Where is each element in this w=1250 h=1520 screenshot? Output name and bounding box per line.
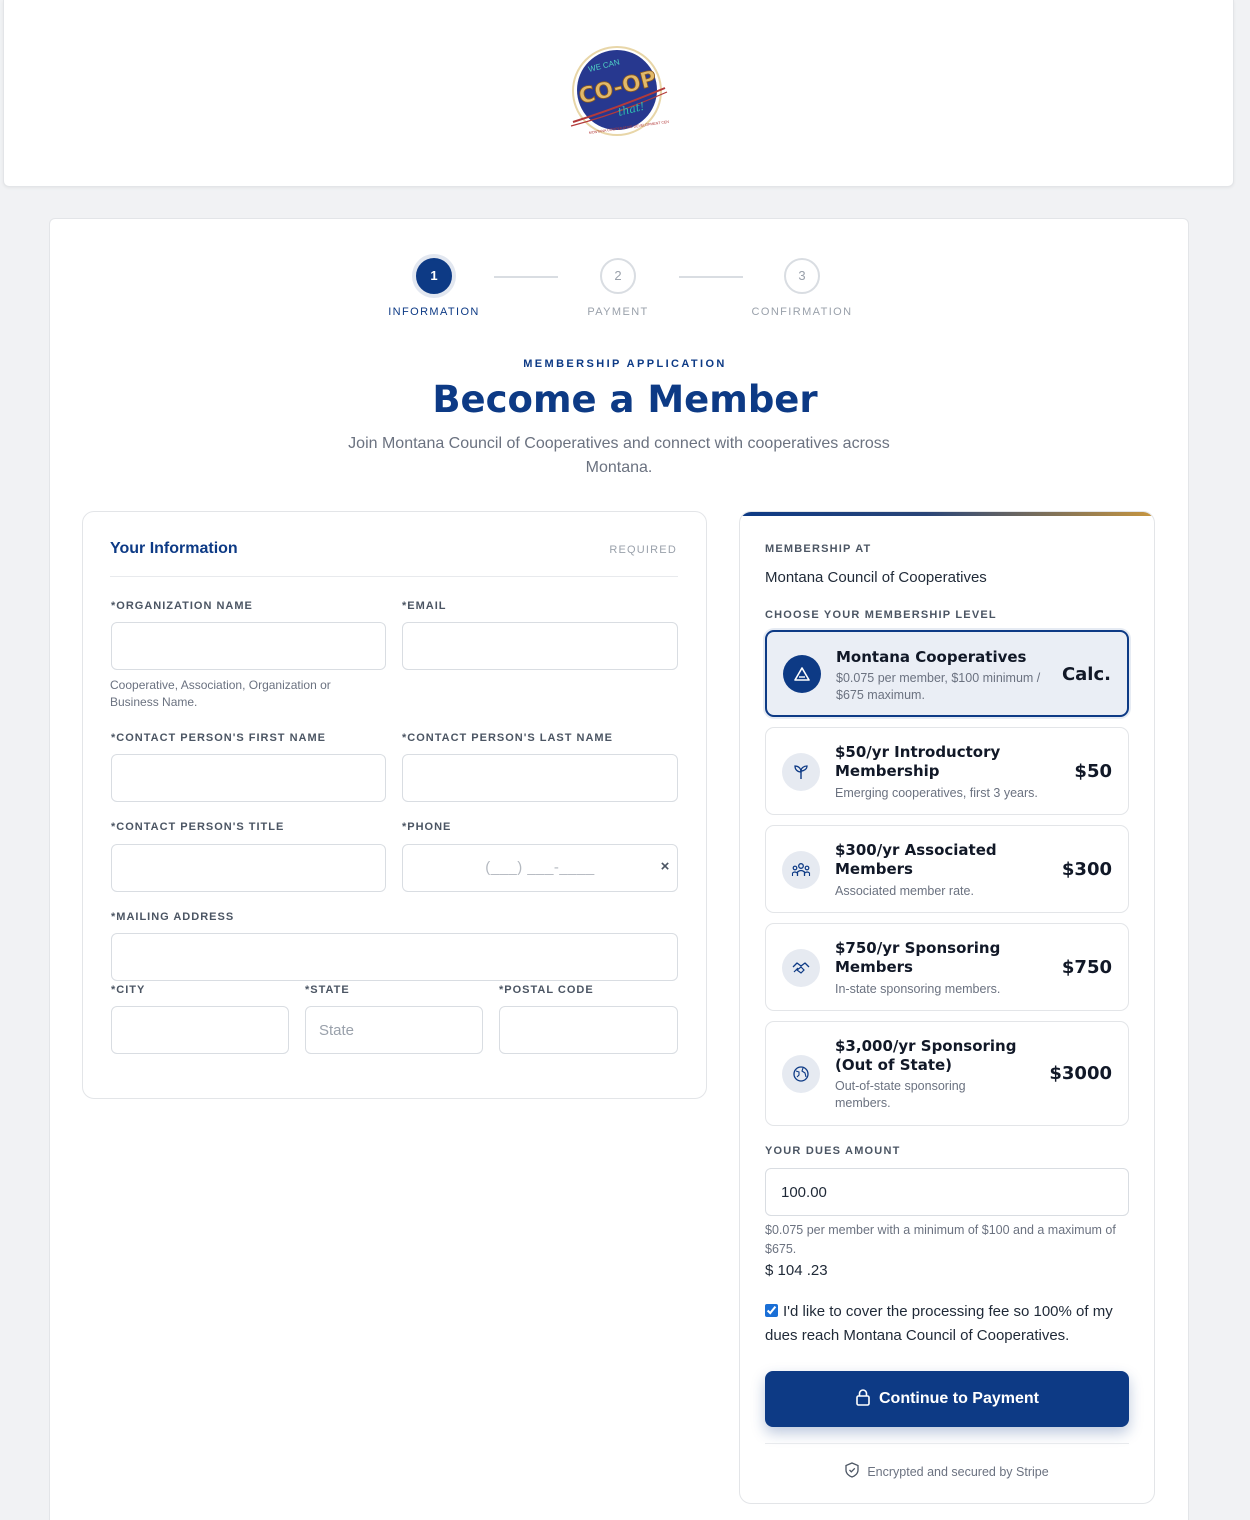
tier-name: Montana Cooperatives	[836, 648, 1027, 666]
organization-name: Montana Council of Cooperatives	[765, 569, 987, 586]
step-connector	[494, 276, 558, 278]
group-icon	[782, 851, 820, 889]
dues-total: $ 104 .23	[765, 1262, 828, 1279]
state-label: *STATE	[305, 984, 350, 996]
processing-fee-label[interactable]: I'd like to cover the processing fee so …	[765, 1300, 1137, 1348]
step-3-label: CONFIRMATION	[751, 306, 853, 318]
phone-clear-icon[interactable]: ×	[657, 858, 673, 876]
tier-price: Calc.	[1061, 664, 1111, 685]
dues-amount-label: YOUR DUES AMOUNT	[765, 1145, 901, 1157]
email-label: *EMAIL	[402, 600, 447, 612]
tier-sponsoring[interactable]: $750/yr Sponsoring Members In-state spon…	[765, 923, 1129, 1011]
step-1-indicator: 1	[416, 258, 452, 294]
mountain-icon	[783, 655, 821, 693]
shield-check-icon	[845, 1462, 859, 1481]
summary-accent-bar	[740, 512, 1154, 516]
org-name-label: *ORGANIZATION NAME	[111, 600, 253, 612]
org-name-help: Cooperative, Association, Organization o…	[110, 678, 331, 709]
address-label: *MAILING ADDRESS	[111, 911, 235, 923]
tier-price: $50	[1074, 761, 1112, 782]
city-input[interactable]	[111, 1006, 289, 1054]
secure-text: Encrypted and secured by Stripe	[867, 1464, 1049, 1479]
contact-title-input[interactable]	[111, 844, 386, 892]
tier-price: $3000	[1049, 1063, 1112, 1084]
secure-divider	[765, 1443, 1129, 1444]
phone-input[interactable]	[402, 844, 678, 892]
contact-title-label: *CONTACT PERSON'S TITLE	[111, 821, 285, 833]
step-1-label: INFORMATION	[388, 306, 480, 318]
step-2-indicator: 2	[600, 258, 636, 294]
email-input[interactable]	[402, 622, 678, 670]
page-subtitle: Join Montana Council of Cooperatives and…	[348, 435, 890, 476]
lock-icon	[855, 1388, 871, 1411]
tier-montana-cooperatives[interactable]: Montana Cooperatives $0.075 per member, …	[765, 630, 1129, 717]
sprout-icon	[782, 753, 820, 791]
dues-help: $0.075 per member with a minimum of $100…	[765, 1223, 1116, 1256]
last-name-label: *CONTACT PERSON'S LAST NAME	[402, 732, 613, 744]
page-eyebrow: MEMBERSHIP APPLICATION	[523, 358, 727, 370]
page-title: Become a Member	[432, 378, 818, 421]
co-op-logo[interactable]: WE CAN CO-OP that! MONTANA COOPERATIVE D…	[567, 44, 677, 138]
step-3-indicator: 3	[784, 258, 820, 294]
tier-price: $750	[1061, 957, 1112, 978]
required-label: REQUIRED	[609, 544, 677, 556]
tier-desc: Out-of-state sponsoring members.	[835, 1079, 966, 1110]
address-input[interactable]	[111, 933, 678, 981]
tier-desc: Associated member rate.	[835, 884, 974, 898]
phone-label: *PHONE	[402, 821, 452, 833]
secure-notice: Encrypted and secured by Stripe	[765, 1462, 1129, 1481]
step-2-label: PAYMENT	[587, 306, 649, 318]
tier-sponsoring-out-of-state[interactable]: $3,000/yr Sponsoring (Out of State) Out-…	[765, 1021, 1129, 1126]
tier-name: $300/yr Associated Members	[835, 841, 997, 878]
continue-to-payment-button[interactable]: Continue to Payment	[765, 1371, 1129, 1427]
postal-code-label: *POSTAL CODE	[499, 984, 594, 996]
first-name-input[interactable]	[111, 754, 386, 802]
state-input[interactable]	[305, 1006, 483, 1054]
postal-code-input[interactable]	[499, 1006, 678, 1054]
tier-associated[interactable]: $300/yr Associated Members Associated me…	[765, 825, 1129, 913]
panel-divider	[110, 576, 678, 577]
first-name-label: *CONTACT PERSON'S FIRST NAME	[111, 732, 326, 744]
city-label: *CITY	[111, 984, 146, 996]
tier-desc: Emerging cooperatives, first 3 years.	[835, 786, 1038, 800]
globe-icon	[782, 1055, 820, 1093]
step-connector	[679, 276, 743, 278]
membership-at-label: MEMBERSHIP AT	[765, 543, 872, 555]
tier-name: $750/yr Sponsoring Members	[835, 939, 1001, 976]
org-name-input[interactable]	[111, 622, 386, 670]
tier-desc: $0.075 per member, $100 minimum / $675 m…	[836, 671, 1041, 702]
dues-amount-input[interactable]	[765, 1168, 1129, 1216]
choose-level-label: CHOOSE YOUR MEMBERSHIP LEVEL	[765, 609, 997, 621]
tier-price: $300	[1061, 859, 1112, 880]
tier-name: $50/yr Introductory Membership	[835, 743, 1001, 780]
information-title: Your Information	[110, 540, 238, 557]
tier-introductory[interactable]: $50/yr Introductory Membership Emerging …	[765, 727, 1129, 815]
tier-name: $3,000/yr Sponsoring (Out of State)	[835, 1037, 1017, 1074]
last-name-input[interactable]	[402, 754, 678, 802]
handshake-icon	[782, 949, 820, 987]
continue-to-payment-label: Continue to Payment	[878, 1390, 1039, 1407]
tier-desc: In-state sponsoring members.	[835, 982, 1001, 996]
